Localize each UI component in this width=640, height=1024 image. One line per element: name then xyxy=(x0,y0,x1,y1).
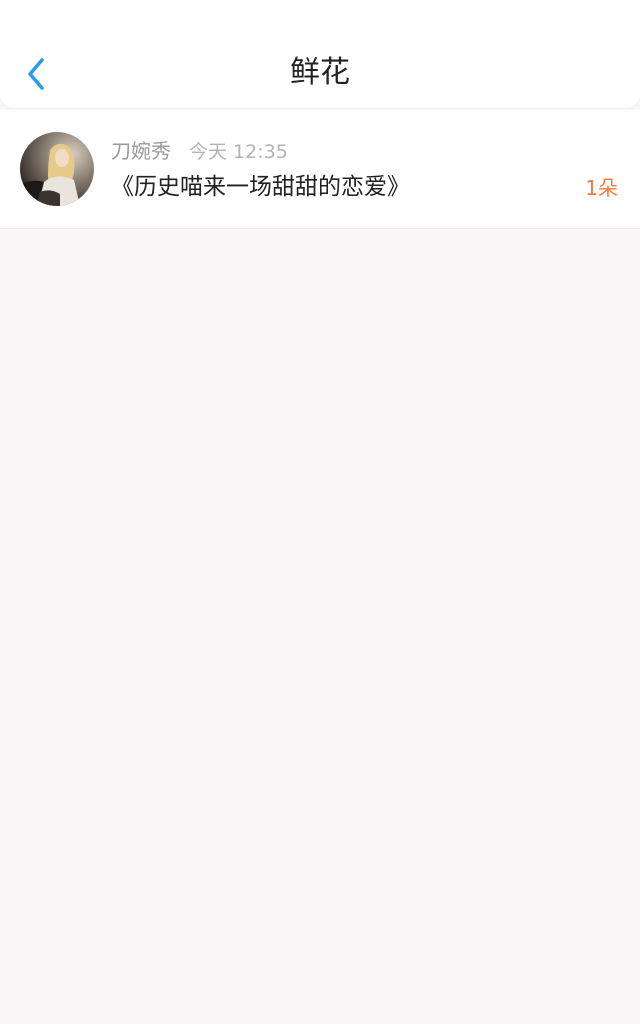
user-avatar-image xyxy=(20,132,94,206)
flower-count: 1朵 xyxy=(585,176,618,200)
item-time: 今天 12:35 xyxy=(189,141,288,163)
list-item[interactable]: 刀婉秀 今天 12:35 《历史喵来一场甜甜的恋爱》 1朵 xyxy=(0,110,640,229)
avatar[interactable] xyxy=(20,132,94,206)
top-bar: 鲜花 xyxy=(0,0,640,108)
flower-list: 刀婉秀 今天 12:35 《历史喵来一场甜甜的恋爱》 1朵 xyxy=(0,110,640,229)
author-name: 刀婉秀 xyxy=(111,139,171,163)
item-meta: 刀婉秀 今天 12:35 xyxy=(111,137,288,166)
item-title[interactable]: 《历史喵来一场甜甜的恋爱》 xyxy=(111,172,410,202)
app-root: 鲜花 刀婉秀 今天 12:35 《历史喵来一场甜甜的恋爱》 1朵 xyxy=(0,0,640,1024)
page-title: 鲜花 xyxy=(290,55,350,90)
